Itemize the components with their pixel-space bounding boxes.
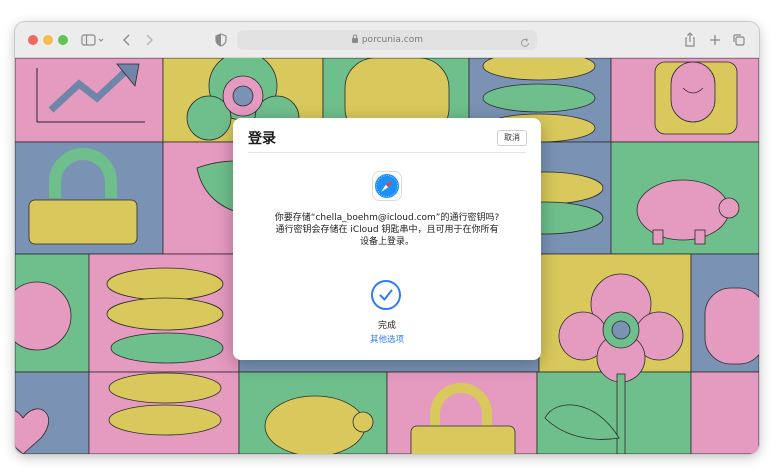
reload-icon: [521, 38, 529, 47]
message-line-3: 设备上登录。: [359, 237, 414, 247]
back-button[interactable]: [119, 30, 135, 50]
lock-icon: [351, 34, 358, 43]
address-bar[interactable]: porcunia.com: [237, 30, 537, 50]
share-button[interactable]: [682, 30, 698, 50]
minimize-window-button[interactable]: [43, 35, 53, 45]
reload-button[interactable]: [519, 34, 531, 47]
share-icon: [685, 32, 695, 47]
done-label: 完成: [377, 321, 396, 331]
plus-icon: [710, 35, 720, 45]
message-line-1: 你要存储“chella_boehm@icloud.com”的通行密钥吗?: [274, 213, 500, 223]
dialog-title: 登录: [248, 131, 276, 147]
sidebar-icon: [81, 34, 104, 46]
passkey-message: 你要存储“chella_boehm@icloud.com”的通行密钥吗? 通行密…: [243, 212, 531, 248]
new-tab-button[interactable]: [707, 30, 723, 50]
sidebar-toggle-button[interactable]: [79, 30, 107, 50]
browser-toolbar: porcunia.com: [15, 22, 759, 58]
tab-overview-icon: [733, 34, 745, 46]
url-text: porcunia.com: [361, 35, 424, 45]
dialog-divider: [248, 152, 526, 153]
close-window-button[interactable]: [28, 35, 38, 45]
other-options-link[interactable]: 其他选项: [233, 333, 541, 345]
passkey-save-dialog: 登录 取消 你要存储“chella_boehm@icloud.com”的通行密钥…: [233, 118, 541, 360]
safari-compass-icon: [372, 171, 402, 201]
chevron-left-icon: [123, 34, 130, 46]
checkmark-icon: [379, 289, 393, 301]
message-line-2: 通行密钥会存储在 iCloud 钥匙串中，且可用于在你所有: [275, 225, 499, 235]
cancel-button[interactable]: 取消: [497, 130, 527, 146]
done-button[interactable]: [371, 280, 401, 310]
url-row: porcunia.com: [237, 30, 537, 50]
tab-overview-button[interactable]: [731, 30, 747, 50]
zoom-window-button[interactable]: [58, 35, 68, 45]
forward-button[interactable]: [141, 30, 157, 50]
shield-icon: [215, 33, 227, 47]
privacy-report-button[interactable]: [213, 30, 229, 50]
chevron-right-icon: [146, 34, 153, 46]
